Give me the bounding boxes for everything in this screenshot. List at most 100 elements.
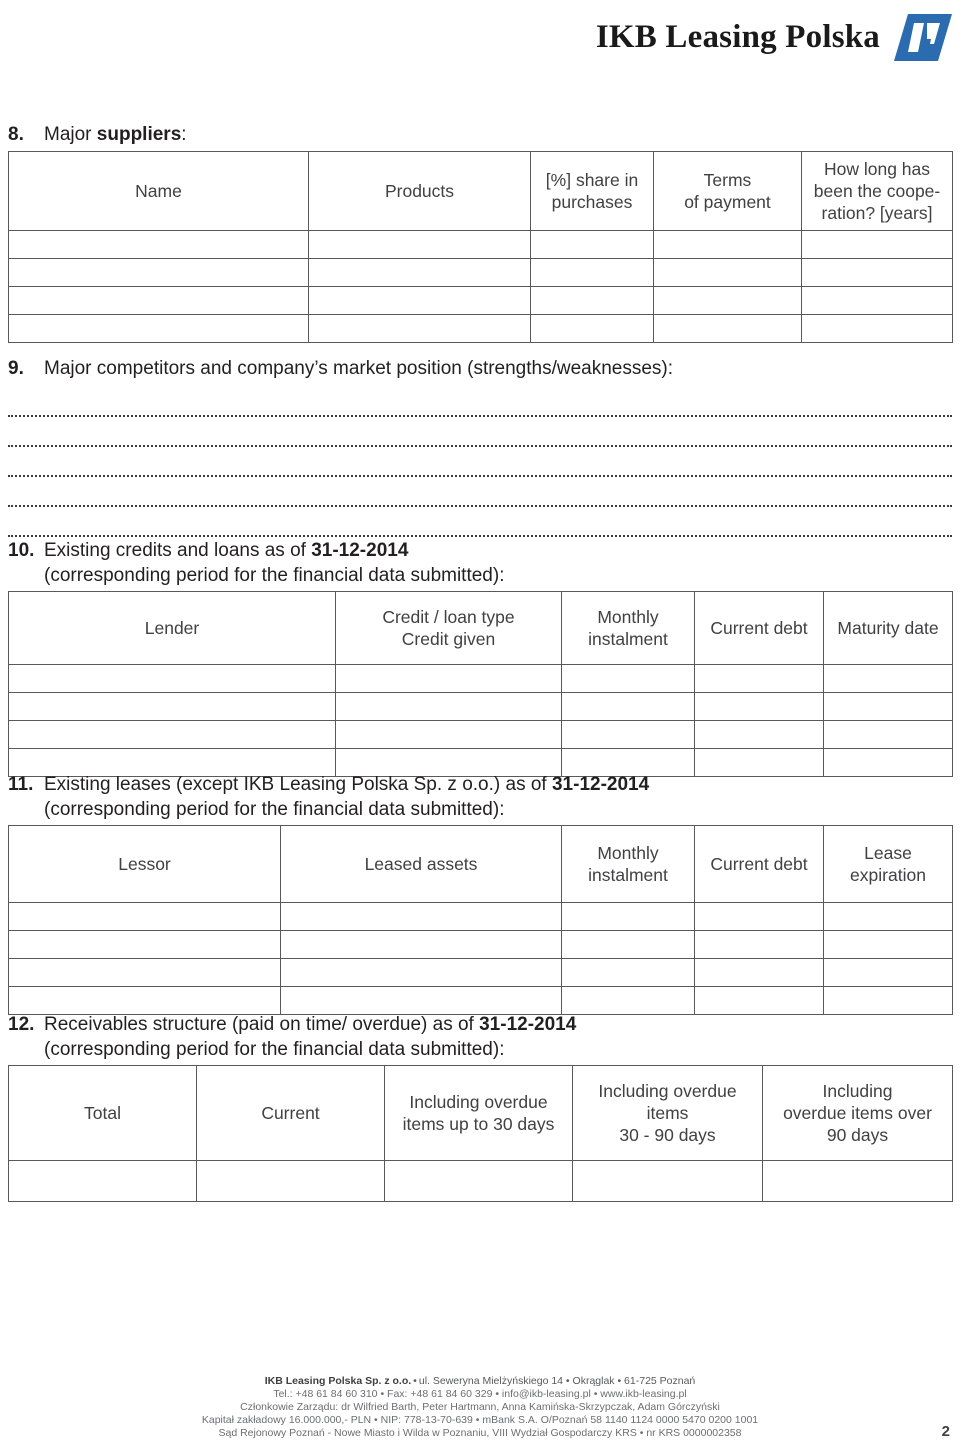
input-cell[interactable] xyxy=(530,314,654,343)
section-10: 10. Existing credits and loans as of 31-… xyxy=(8,538,953,777)
input-cell[interactable] xyxy=(8,258,309,287)
suppliers-table-body xyxy=(8,230,953,343)
input-cell[interactable] xyxy=(280,958,562,987)
input-cell[interactable] xyxy=(280,986,562,1015)
input-cell[interactable] xyxy=(823,930,953,959)
answer-line[interactable] xyxy=(8,477,952,507)
answer-line[interactable] xyxy=(8,417,952,447)
table-row[interactable] xyxy=(8,314,953,343)
input-cell[interactable] xyxy=(561,720,695,749)
input-cell[interactable] xyxy=(335,720,562,749)
table-row[interactable] xyxy=(8,720,953,749)
col-header-lease-expiration: Lease expiration xyxy=(823,825,953,903)
leases-table-body xyxy=(8,902,953,1015)
input-cell[interactable] xyxy=(572,1160,763,1202)
table-row[interactable] xyxy=(8,1160,953,1202)
leases-table: Lessor Leased assets Monthly instalment … xyxy=(8,825,953,1015)
input-cell[interactable] xyxy=(308,314,531,343)
input-cell[interactable] xyxy=(561,692,695,721)
input-cell[interactable] xyxy=(8,958,281,987)
input-cell[interactable] xyxy=(823,664,953,693)
input-cell[interactable] xyxy=(694,986,824,1015)
section-10-title: Existing credits and loans as of 31-12-2… xyxy=(44,540,409,561)
input-cell[interactable] xyxy=(694,958,824,987)
input-cell[interactable] xyxy=(530,230,654,259)
table-row[interactable] xyxy=(8,692,953,721)
table-row[interactable] xyxy=(8,664,953,693)
input-cell[interactable] xyxy=(801,230,953,259)
input-cell[interactable] xyxy=(653,230,802,259)
input-cell[interactable] xyxy=(335,664,562,693)
input-cell[interactable] xyxy=(561,958,695,987)
answer-line[interactable] xyxy=(8,507,952,537)
receivables-table-body xyxy=(8,1160,953,1202)
input-cell[interactable] xyxy=(694,930,824,959)
input-cell[interactable] xyxy=(8,286,309,315)
input-cell[interactable] xyxy=(561,902,695,931)
section-8-number: 8. xyxy=(8,124,24,145)
section-11-title: Existing leases (except IKB Leasing Pols… xyxy=(44,774,650,795)
table-row[interactable] xyxy=(8,230,953,259)
input-cell[interactable] xyxy=(8,230,309,259)
input-cell[interactable] xyxy=(653,314,802,343)
answer-line[interactable] xyxy=(8,387,952,417)
input-cell[interactable] xyxy=(8,930,281,959)
table-row[interactable] xyxy=(8,986,953,1015)
page-header: IKB Leasing Polska xyxy=(596,14,952,61)
input-cell[interactable] xyxy=(335,692,562,721)
col-header-lessor: Lessor xyxy=(8,825,281,903)
table-row[interactable] xyxy=(8,958,953,987)
input-cell[interactable] xyxy=(308,230,531,259)
input-cell[interactable] xyxy=(801,258,953,287)
section-10-number: 10. xyxy=(8,540,35,561)
col-header-lender: Lender xyxy=(8,591,336,665)
input-cell[interactable] xyxy=(694,692,824,721)
input-cell[interactable] xyxy=(8,720,336,749)
input-cell[interactable] xyxy=(823,902,953,931)
col-header-current-debt: Current debt xyxy=(694,825,824,903)
input-cell[interactable] xyxy=(8,692,336,721)
input-cell[interactable] xyxy=(561,986,695,1015)
table-row[interactable] xyxy=(8,902,953,931)
input-cell[interactable] xyxy=(694,902,824,931)
input-cell[interactable] xyxy=(530,286,654,315)
input-cell[interactable] xyxy=(823,720,953,749)
answer-line[interactable] xyxy=(8,447,952,477)
input-cell[interactable] xyxy=(8,902,281,931)
input-cell[interactable] xyxy=(308,286,531,315)
table-header-row: Lender Credit / loan type Credit given M… xyxy=(8,591,953,665)
col-header-overdue-over-90-days: Including overdue items over 90 days xyxy=(762,1065,953,1161)
input-cell[interactable] xyxy=(801,286,953,315)
input-cell[interactable] xyxy=(561,664,695,693)
table-row[interactable] xyxy=(8,258,953,287)
table-header-row: Total Current Including overdue items up… xyxy=(8,1065,953,1161)
col-header-terms-of-payment: Terms of payment xyxy=(653,151,802,231)
input-cell[interactable] xyxy=(8,314,309,343)
table-row[interactable] xyxy=(8,930,953,959)
input-cell[interactable] xyxy=(823,986,953,1015)
input-cell[interactable] xyxy=(823,692,953,721)
input-cell[interactable] xyxy=(694,664,824,693)
section-10-subtitle: (corresponding period for the financial … xyxy=(44,565,505,586)
section-10-heading: 10. Existing credits and loans as of 31-… xyxy=(8,538,952,563)
input-cell[interactable] xyxy=(384,1160,573,1202)
col-header-credit-loan-type: Credit / loan type Credit given xyxy=(335,591,562,665)
input-cell[interactable] xyxy=(653,286,802,315)
table-row[interactable] xyxy=(8,286,953,315)
input-cell[interactable] xyxy=(8,986,281,1015)
input-cell[interactable] xyxy=(308,258,531,287)
input-cell[interactable] xyxy=(8,664,336,693)
input-cell[interactable] xyxy=(280,902,562,931)
input-cell[interactable] xyxy=(530,258,654,287)
col-header-cooperation-years: How long has been the coope- ration? [ye… xyxy=(801,151,953,231)
input-cell[interactable] xyxy=(801,314,953,343)
input-cell[interactable] xyxy=(280,930,562,959)
input-cell[interactable] xyxy=(823,958,953,987)
input-cell[interactable] xyxy=(196,1160,385,1202)
input-cell[interactable] xyxy=(694,720,824,749)
section-11-number: 11. xyxy=(8,774,34,795)
input-cell[interactable] xyxy=(561,930,695,959)
input-cell[interactable] xyxy=(653,258,802,287)
input-cell[interactable] xyxy=(8,1160,197,1202)
input-cell[interactable] xyxy=(762,1160,953,1202)
